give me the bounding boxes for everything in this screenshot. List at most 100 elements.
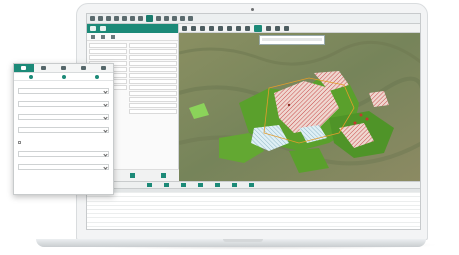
home-icon[interactable] xyxy=(209,25,214,31)
filter-select[interactable] xyxy=(18,151,109,157)
filter-select[interactable] xyxy=(18,127,109,133)
delete-icon[interactable] xyxy=(111,35,115,39)
draw-icon[interactable] xyxy=(236,25,241,31)
camera-icon xyxy=(251,8,254,11)
attribute-value-field[interactable] xyxy=(129,85,177,90)
pencil-icon[interactable] xyxy=(106,16,111,21)
table-header-cell[interactable] xyxy=(143,189,171,192)
chevron-down-icon xyxy=(103,89,108,94)
refresh-icon[interactable] xyxy=(275,25,280,31)
layers-icon xyxy=(41,66,47,70)
table-select-icon[interactable] xyxy=(198,183,203,187)
tab-layers[interactable] xyxy=(34,64,54,72)
attribute-table xyxy=(87,189,420,229)
table-header-cell[interactable] xyxy=(394,189,420,192)
export-icon[interactable] xyxy=(130,173,136,178)
table-delete-icon[interactable] xyxy=(232,183,237,187)
tab-calendar[interactable] xyxy=(73,64,93,72)
table-header-cell[interactable] xyxy=(255,189,283,192)
map-popup[interactable] xyxy=(259,35,325,45)
map-canvas xyxy=(179,33,420,181)
zoom-out-icon[interactable] xyxy=(138,16,143,21)
filter-select[interactable] xyxy=(18,101,109,107)
identify-icon[interactable] xyxy=(254,24,262,32)
chevron-down-icon xyxy=(103,152,108,157)
tab-search[interactable] xyxy=(14,64,34,72)
filter-panel-body xyxy=(14,81,113,176)
user-icon[interactable] xyxy=(188,16,193,21)
filter-select[interactable] xyxy=(18,88,109,94)
print-icon[interactable] xyxy=(164,16,169,21)
measure-icon[interactable] xyxy=(227,25,232,31)
checkbox[interactable] xyxy=(18,141,21,144)
attribute-value-field[interactable] xyxy=(129,79,177,84)
copy-icon[interactable] xyxy=(101,35,105,39)
table-export-icon[interactable] xyxy=(181,183,186,187)
table-zoom-icon[interactable] xyxy=(164,183,169,187)
attribute-value-field[interactable] xyxy=(129,97,177,102)
table-header-cell[interactable] xyxy=(227,189,255,192)
zoom-to-icon[interactable] xyxy=(61,74,66,79)
attribute-panel-header xyxy=(87,24,178,33)
chevron-down-icon xyxy=(103,115,108,120)
filter-checkbox-row[interactable] xyxy=(18,140,109,145)
table-header-cell[interactable] xyxy=(310,189,338,192)
add-filter-icon[interactable] xyxy=(28,74,33,79)
table-header-cell[interactable] xyxy=(366,189,394,192)
attribute-value-field[interactable] xyxy=(129,43,177,48)
table-edit-icon[interactable] xyxy=(215,183,220,187)
table-print-icon[interactable] xyxy=(249,183,254,187)
zoom-in-icon[interactable] xyxy=(130,16,135,21)
attribute-value-field[interactable] xyxy=(129,109,177,114)
search-icon xyxy=(21,66,27,70)
select-icon[interactable] xyxy=(182,25,187,31)
clear-filter-icon[interactable] xyxy=(94,74,99,79)
attribute-label-row xyxy=(89,49,127,54)
folder-icon[interactable] xyxy=(90,16,95,21)
attributes-tab-icon[interactable] xyxy=(90,26,96,31)
table-filter-icon[interactable] xyxy=(147,183,152,187)
measure-icon[interactable] xyxy=(156,16,161,21)
table-header-cell[interactable] xyxy=(338,189,366,192)
save-icon[interactable] xyxy=(98,16,103,21)
zoom-in-icon[interactable] xyxy=(191,25,196,31)
attribute-value-field[interactable] xyxy=(129,55,177,60)
zoom-out-icon[interactable] xyxy=(200,25,205,31)
print-icon[interactable] xyxy=(266,25,271,31)
edit-icon[interactable] xyxy=(91,35,95,39)
filter-select[interactable] xyxy=(18,164,109,170)
attribute-value-field[interactable] xyxy=(129,67,177,72)
attribute-value-field[interactable] xyxy=(129,49,177,54)
attribute-value-field[interactable] xyxy=(129,73,177,78)
settings-icon[interactable] xyxy=(172,16,177,21)
table-header-cell[interactable] xyxy=(171,189,199,192)
chevron-down-icon xyxy=(103,128,108,133)
search-icon[interactable] xyxy=(122,16,127,21)
layers-icon[interactable] xyxy=(114,16,119,21)
main-toolbar xyxy=(87,14,420,24)
chevron-down-icon xyxy=(103,165,108,170)
attribute-value-field[interactable] xyxy=(129,91,177,96)
filter-panel-tabs xyxy=(14,64,113,73)
map-view[interactable] xyxy=(179,24,420,181)
table-header-cell[interactable] xyxy=(115,189,143,192)
calendar-icon xyxy=(80,66,86,70)
list-tab-icon[interactable] xyxy=(100,26,106,31)
table-row[interactable] xyxy=(87,223,420,227)
tab-grid[interactable] xyxy=(93,64,113,72)
filter-select[interactable] xyxy=(18,114,109,120)
table-header-cell[interactable] xyxy=(199,189,227,192)
grid-icon xyxy=(100,66,106,70)
attribute-value-field[interactable] xyxy=(129,61,177,66)
layers-icon[interactable] xyxy=(245,25,250,31)
help-icon[interactable] xyxy=(180,16,185,21)
info-icon[interactable] xyxy=(218,25,223,31)
settings-icon[interactable] xyxy=(284,25,289,31)
pan-icon[interactable] xyxy=(146,15,153,22)
laptop-notch xyxy=(223,239,263,242)
filter-panel-subbar xyxy=(14,73,113,81)
share-icon[interactable] xyxy=(161,173,167,178)
attribute-value-field[interactable] xyxy=(129,103,177,108)
tab-table[interactable] xyxy=(54,64,74,72)
table-header-cell[interactable] xyxy=(282,189,310,192)
